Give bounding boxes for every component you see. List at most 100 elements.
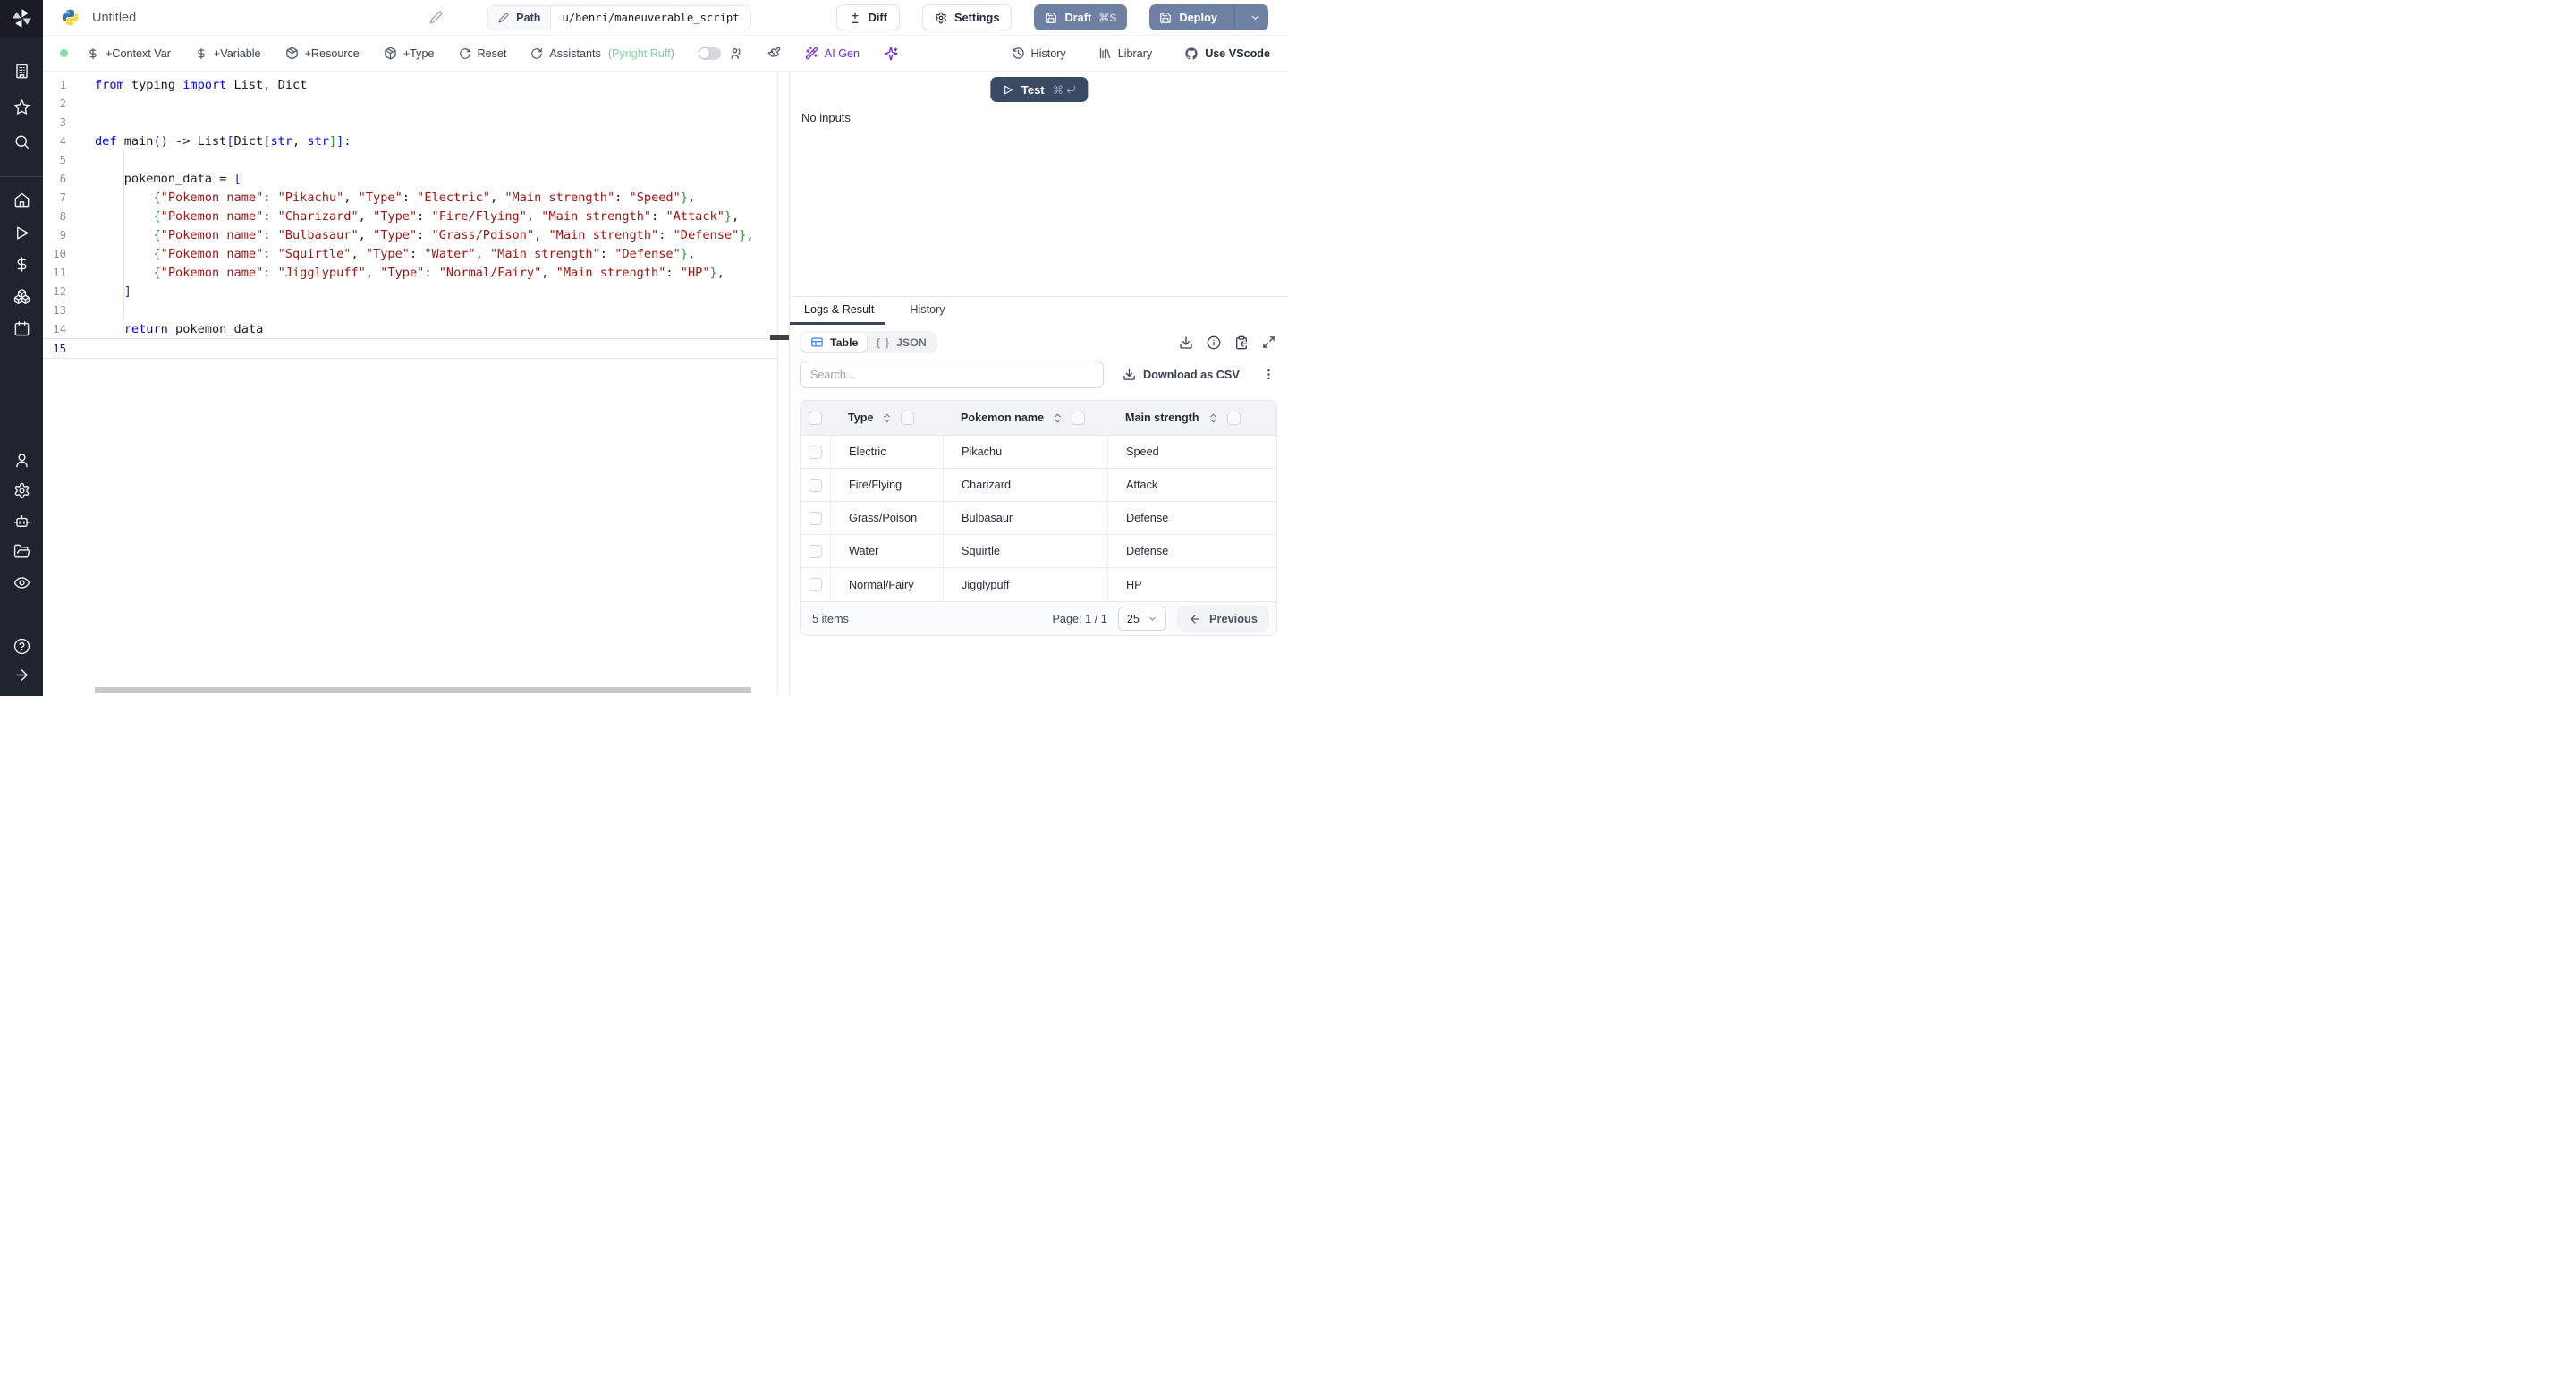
download-csv-button[interactable]: Download as CSV: [1123, 368, 1240, 381]
sort-icon[interactable]: [1052, 412, 1063, 424]
add-resource-button[interactable]: +Resource: [285, 47, 360, 60]
row-checkbox[interactable]: [809, 578, 822, 591]
expand-result-icon[interactable]: [1262, 335, 1275, 349]
code-line-3[interactable]: 3: [43, 113, 777, 132]
view-toggle-json[interactable]: { } JSON: [867, 333, 935, 352]
history-button[interactable]: History: [1012, 47, 1066, 60]
code-line-9[interactable]: 9 {"Pokemon name": "Bulbasaur", "Type": …: [43, 225, 777, 244]
code-line-11[interactable]: 11 {"Pokemon name": "Jigglypuff", "Type"…: [43, 263, 777, 282]
column-toggle[interactable]: [1226, 411, 1241, 425]
play-icon: [1002, 84, 1013, 96]
add-context-var-button[interactable]: +Context Var: [87, 47, 171, 60]
row-checkbox[interactable]: [809, 445, 822, 459]
table-row[interactable]: Fire/Flying Charizard Attack: [801, 469, 1276, 502]
sort-icon[interactable]: [1208, 412, 1219, 424]
edit-summary-pencil-icon[interactable]: [429, 11, 443, 24]
code-line-6[interactable]: 6 pokemon_data = [: [43, 169, 777, 188]
chevron-down-icon: [1250, 12, 1261, 23]
code-line-14[interactable]: 14 return pokemon_data: [43, 319, 777, 338]
sidebar-item-schedules calendar-icon[interactable]: [0, 320, 43, 337]
table-footer: 5 items Page: 1 / 1 25 Previous: [801, 601, 1276, 635]
sidebar-item-search search-icon[interactable]: [0, 133, 43, 150]
sidebar-item-workers robot-icon[interactable]: [0, 514, 43, 530]
code-line-1[interactable]: 1 from typing import List, Dict: [43, 75, 777, 94]
python-language-icon: [61, 8, 80, 27]
page-size-select[interactable]: 25: [1117, 607, 1166, 631]
code-line-2[interactable]: 2: [43, 94, 777, 113]
deploy-button[interactable]: Deploy: [1149, 4, 1268, 30]
sidebar-item-home home-icon[interactable]: [0, 191, 43, 208]
code-line-15[interactable]: 15: [43, 338, 777, 359]
code-line-5[interactable]: 5: [43, 150, 777, 169]
multiplayer-toggle[interactable]: [698, 47, 721, 60]
table-row[interactable]: Electric Pikachu Speed: [801, 436, 1276, 469]
line-number: 14: [53, 322, 66, 335]
format-brush-icon[interactable]: [767, 47, 781, 60]
windmill-logo-icon[interactable]: [0, 0, 43, 37]
sidebar-item-audit-logs eye-icon[interactable]: [0, 574, 43, 591]
sidebar-item-variables dollar-icon[interactable]: [0, 256, 43, 273]
sidebar-item-help help-icon[interactable]: [0, 638, 43, 655]
editor-horizontal-scrollbar[interactable]: [95, 687, 751, 693]
select-all-checkbox[interactable]: [809, 411, 822, 425]
use-vscode-button[interactable]: Use VScode: [1184, 47, 1270, 61]
indent-guide: [123, 150, 124, 319]
row-checkbox[interactable]: [809, 511, 822, 525]
column-toggle[interactable]: [1072, 411, 1086, 425]
info-icon[interactable]: [1207, 335, 1221, 350]
tab-history[interactable]: History: [899, 297, 955, 325]
add-variable-button[interactable]: +Variable: [195, 47, 261, 60]
sidebar-item-workspace building-icon[interactable]: [0, 63, 43, 80]
return-key-icon: [1065, 84, 1076, 95]
path-field[interactable]: Path u/henri/maneuverable_script: [487, 4, 751, 30]
test-button[interactable]: Test ⌘: [989, 77, 1089, 102]
no-inputs-label: No inputs: [801, 111, 851, 124]
multiplayer-users-icon[interactable]: [729, 47, 743, 61]
ai-sparkles-icon[interactable]: [884, 47, 898, 61]
gear-icon: [935, 12, 947, 24]
sidebar-item-users user-icon[interactable]: [0, 452, 43, 469]
search-input[interactable]: [800, 361, 1104, 388]
sidebar-item-expand-sidebar arrow-right-icon[interactable]: [0, 666, 43, 683]
deploy-dropdown[interactable]: [1242, 12, 1268, 23]
column-toggle[interactable]: [901, 411, 915, 425]
table-row[interactable]: Normal/Fairy Jigglypuff HP: [801, 568, 1276, 601]
split-drag-handle[interactable]: [770, 335, 789, 340]
diff-button[interactable]: Diff: [835, 4, 900, 30]
library-button[interactable]: Library: [1098, 47, 1152, 60]
line-number: 9: [59, 228, 66, 242]
code-line-7[interactable]: 7 {"Pokemon name": "Pikachu", "Type": "E…: [43, 188, 777, 207]
settings-button[interactable]: Settings: [921, 4, 1013, 30]
reset-button[interactable]: Reset: [459, 47, 506, 60]
row-checkbox[interactable]: [809, 544, 822, 558]
code-line-12[interactable]: 12 ]: [43, 282, 777, 301]
table-row[interactable]: Grass/Poison Bulbasaur Defense: [801, 502, 1276, 535]
view-toggle-table[interactable]: Table: [801, 333, 868, 352]
sidebar-item-favorites star-icon[interactable]: [0, 98, 43, 115]
code-editor[interactable]: 1 from typing import List, Dict 2 3 4 def mai…: [43, 72, 778, 696]
code-line-4[interactable]: 4 def main() -> List[Dict[str, str]]:: [43, 132, 777, 150]
code-line-13[interactable]: 13: [43, 301, 777, 319]
row-checkbox[interactable]: [809, 478, 822, 492]
sidebar-item-folders folder-icon[interactable]: [0, 543, 43, 560]
table-cell: Jigglypuff: [943, 568, 1107, 601]
reset-icon: [459, 47, 471, 60]
previous-page-button[interactable]: Previous: [1176, 606, 1269, 632]
sidebar-item-settings gear-icon[interactable]: [0, 482, 43, 499]
tab-logs-result[interactable]: Logs & Result: [790, 297, 886, 325]
sidebar-item-resources boxes-icon[interactable]: [0, 288, 43, 305]
assistants-button[interactable]: Assistants (Pyright Ruff): [530, 47, 674, 60]
code-line-10[interactable]: 10 {"Pokemon name": "Squirtle", "Type": …: [43, 244, 777, 263]
download-result-icon[interactable]: [1179, 335, 1193, 350]
sidebar-item-runs play-icon[interactable]: [0, 225, 43, 242]
add-type-button[interactable]: +Type: [384, 47, 435, 60]
path-value[interactable]: u/henri/maneuverable_script: [551, 5, 750, 30]
table-options-kebab-icon[interactable]: [1262, 368, 1275, 381]
draft-button[interactable]: Draft ⌘S: [1034, 4, 1128, 30]
ai-gen-button[interactable]: AI Gen: [805, 47, 860, 60]
table-row[interactable]: Water Squirtle Defense: [801, 535, 1276, 568]
code-line-8[interactable]: 8 {"Pokemon name": "Charizard", "Type": …: [43, 207, 777, 225]
copy-result-icon[interactable]: [1234, 335, 1249, 350]
sort-icon[interactable]: [881, 412, 893, 424]
line-number: 12: [53, 284, 66, 298]
